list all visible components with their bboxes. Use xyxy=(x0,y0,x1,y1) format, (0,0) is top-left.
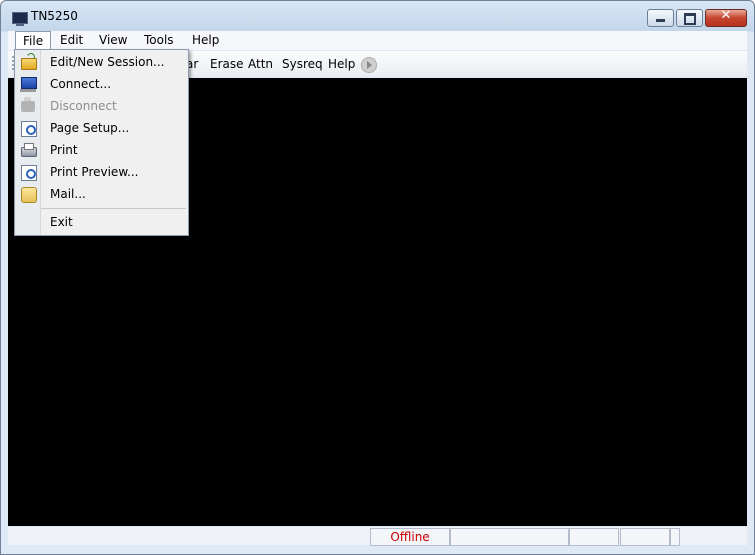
toolbar-button-attn[interactable]: Attn xyxy=(248,57,273,71)
open-folder-icon xyxy=(21,58,37,70)
menu-item-mail[interactable]: Mail... xyxy=(15,184,188,204)
minimize-icon xyxy=(656,19,665,22)
toolbar-button-help[interactable]: Help xyxy=(328,57,355,71)
menu-item-edit-new-session[interactable]: Edit/New Session... xyxy=(15,52,188,72)
menu-item-label: Exit xyxy=(50,215,73,229)
menu-item-print-preview[interactable]: Print Preview... xyxy=(15,162,188,182)
toolbar-overflow-arrow-icon[interactable] xyxy=(361,57,377,73)
window-title: TN5250 xyxy=(31,9,78,23)
minimize-button[interactable] xyxy=(647,9,674,27)
maximize-button[interactable] xyxy=(676,9,703,27)
file-menu-dropdown: Edit/New Session... Connect... Disconnec… xyxy=(14,49,189,236)
menu-item-exit[interactable]: Exit xyxy=(15,212,188,232)
menu-edit[interactable]: Edit xyxy=(53,31,90,50)
close-icon: ✕ xyxy=(720,8,732,23)
menu-item-label: Edit/New Session... xyxy=(50,55,165,69)
menu-bar: File Edit View Tools Help xyxy=(8,31,747,52)
menu-item-label: Mail... xyxy=(50,187,86,201)
title-bar[interactable]: TN5250 ✕ xyxy=(1,1,754,31)
page-setup-icon xyxy=(21,121,37,137)
menu-view[interactable]: View xyxy=(92,31,134,50)
toolbar-button-erase[interactable]: Erase xyxy=(210,57,244,71)
close-button[interactable]: ✕ xyxy=(705,8,747,27)
status-panel-main xyxy=(8,528,368,544)
menu-item-label: Page Setup... xyxy=(50,121,130,135)
status-connection: Offline xyxy=(370,528,450,546)
menu-item-page-setup[interactable]: Page Setup... xyxy=(15,118,188,138)
menu-item-disconnect[interactable]: Disconnect xyxy=(15,96,188,116)
status-panel-3 xyxy=(569,528,619,546)
status-panel-2 xyxy=(450,528,569,546)
status-bar: Offline xyxy=(8,527,747,546)
menu-item-connect[interactable]: Connect... xyxy=(15,74,188,94)
toolbar-button-sysreq[interactable]: Sysreq xyxy=(282,57,323,71)
menu-item-label: Print Preview... xyxy=(50,165,139,179)
menu-help[interactable]: Help xyxy=(185,31,226,50)
printer-icon xyxy=(21,143,37,157)
status-panel-4 xyxy=(620,528,670,546)
maximize-icon xyxy=(684,13,696,25)
caption-buttons: ✕ xyxy=(647,8,747,27)
menu-item-label: Connect... xyxy=(50,77,112,91)
connect-icon xyxy=(20,77,37,92)
mail-icon xyxy=(21,187,37,203)
app-icon xyxy=(12,12,28,26)
menu-separator xyxy=(41,208,186,209)
menu-item-label: Print xyxy=(50,143,78,157)
print-preview-icon xyxy=(21,165,37,181)
status-panel-5 xyxy=(670,528,680,546)
menu-item-print[interactable]: Print xyxy=(15,140,188,160)
disconnect-icon xyxy=(21,97,35,112)
menu-tools[interactable]: Tools xyxy=(137,31,181,50)
menu-item-label: Disconnect xyxy=(50,99,117,113)
